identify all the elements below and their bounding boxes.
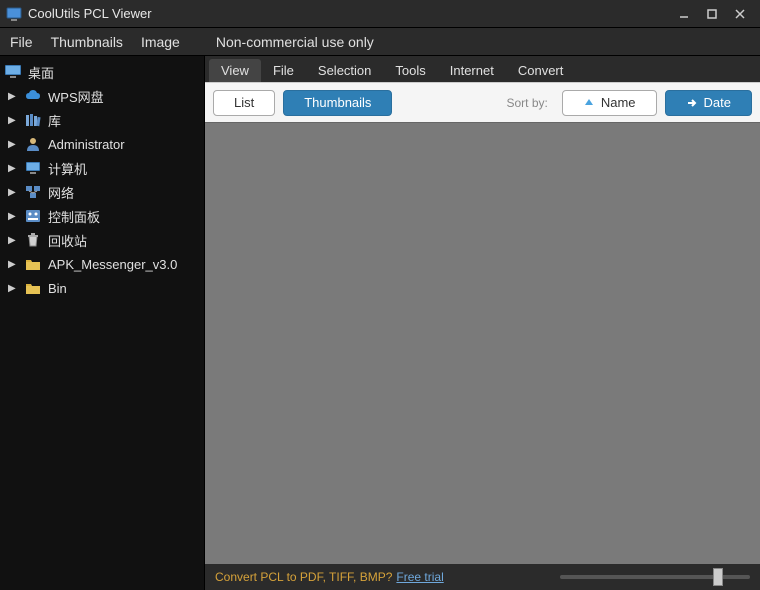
tree-item[interactable]: ▶库 xyxy=(0,108,204,132)
desktop-icon xyxy=(4,64,22,80)
tree-item-label: 网络 xyxy=(48,183,74,202)
tree-item[interactable]: ▶ 计算机 xyxy=(0,156,204,180)
folder-icon xyxy=(24,256,42,272)
tab-file[interactable]: File xyxy=(261,59,306,82)
tree-root-desktop[interactable]: 桌面 xyxy=(0,60,204,84)
cloud-icon xyxy=(24,88,42,104)
network-icon xyxy=(24,184,42,200)
user-icon xyxy=(24,136,42,152)
license-note: Non-commercial use only xyxy=(216,34,374,50)
tree-item-label: 控制面板 xyxy=(48,207,100,226)
tree-item-label: APK_Messenger_v3.0 xyxy=(48,257,177,272)
close-button[interactable] xyxy=(726,3,754,25)
sort-by-label: Sort by: xyxy=(506,96,547,110)
tab-view[interactable]: View xyxy=(209,59,261,82)
zoom-slider[interactable] xyxy=(560,575,750,579)
tree-item[interactable]: ▶ 回收站 xyxy=(0,228,204,252)
tree-item[interactable]: ▶ 控制面板 xyxy=(0,204,204,228)
control-panel-icon xyxy=(24,208,42,224)
recycle-bin-icon xyxy=(24,232,42,248)
tab-internet[interactable]: Internet xyxy=(438,59,506,82)
thumbnails-button-label: Thumbnails xyxy=(304,95,371,110)
sort-date-label: Date xyxy=(704,95,731,110)
content-area: 桌面 ▶WPS网盘▶库▶Administrator▶计算机▶网络▶控制面板▶回收… xyxy=(0,56,760,590)
tree-item[interactable]: ▶ Administrator xyxy=(0,132,204,156)
tree-item-label: Bin xyxy=(48,281,67,296)
sort-date-button[interactable]: Date xyxy=(665,90,752,116)
menu-file[interactable]: File xyxy=(10,34,33,50)
sort-name-label: Name xyxy=(601,95,636,110)
window-controls xyxy=(670,3,754,25)
tab-convert[interactable]: Convert xyxy=(506,59,576,82)
arrow-right-icon xyxy=(686,97,698,109)
free-trial-link[interactable]: Free trial xyxy=(396,570,443,584)
expand-icon[interactable]: ▶ xyxy=(8,259,18,270)
folder-icon xyxy=(24,280,42,296)
menu-image[interactable]: Image xyxy=(141,34,180,50)
inner-tabs: View File Selection Tools Internet Conve… xyxy=(205,56,760,82)
tree-item-label: 计算机 xyxy=(48,159,87,178)
tree-item[interactable]: ▶ 网络 xyxy=(0,180,204,204)
expand-icon[interactable]: ▶ xyxy=(8,211,18,222)
library-icon xyxy=(24,112,42,128)
sidebar: 桌面 ▶WPS网盘▶库▶Administrator▶计算机▶网络▶控制面板▶回收… xyxy=(0,56,205,590)
expand-icon[interactable]: ▶ xyxy=(8,139,18,150)
expand-icon[interactable]: ▶ xyxy=(8,91,18,102)
expand-icon[interactable]: ▶ xyxy=(8,283,18,294)
thumbnail-viewport[interactable] xyxy=(205,122,760,564)
menu-thumbnails[interactable]: Thumbnails xyxy=(51,34,123,50)
window-title: CoolUtils PCL Viewer xyxy=(28,6,670,21)
tree-item-label: 回收站 xyxy=(48,231,87,250)
maximize-button[interactable] xyxy=(698,3,726,25)
tab-tools[interactable]: Tools xyxy=(383,59,437,82)
app-icon xyxy=(6,6,22,22)
tree-item-label: 库 xyxy=(48,111,61,130)
menubar: File Thumbnails Image Non-commercial use… xyxy=(0,28,760,56)
tree-item-label: WPS网盘 xyxy=(48,87,104,106)
tree-item[interactable]: ▶ APK_Messenger_v3.0 xyxy=(0,252,204,276)
zoom-slider-wrap xyxy=(560,575,750,579)
minimize-button[interactable] xyxy=(670,3,698,25)
list-button-label: List xyxy=(234,95,254,110)
thumbnails-button[interactable]: Thumbnails xyxy=(283,90,392,116)
expand-icon[interactable]: ▶ xyxy=(8,163,18,174)
main-panel: View File Selection Tools Internet Conve… xyxy=(205,56,760,590)
tree-item-label: Administrator xyxy=(48,137,125,152)
view-toolbar: List Thumbnails Sort by: Name Date xyxy=(205,82,760,122)
status-text: Convert PCL to PDF, TIFF, BMP? xyxy=(215,570,392,584)
tree: 桌面 ▶WPS网盘▶库▶Administrator▶计算机▶网络▶控制面板▶回收… xyxy=(0,56,204,304)
tree-item[interactable]: ▶ Bin xyxy=(0,276,204,300)
computer-icon xyxy=(24,160,42,176)
expand-icon[interactable]: ▶ xyxy=(8,187,18,198)
tree-item[interactable]: ▶ WPS网盘 xyxy=(0,84,204,108)
statusbar: Convert PCL to PDF, TIFF, BMP? Free tria… xyxy=(205,564,760,590)
expand-icon[interactable]: ▶ xyxy=(8,115,18,126)
tab-selection[interactable]: Selection xyxy=(306,59,383,82)
expand-icon[interactable]: ▶ xyxy=(8,235,18,246)
tree-label: 桌面 xyxy=(28,63,54,82)
sort-up-icon xyxy=(583,97,595,109)
list-button[interactable]: List xyxy=(213,90,275,116)
titlebar: CoolUtils PCL Viewer xyxy=(0,0,760,28)
sort-name-button[interactable]: Name xyxy=(562,90,657,116)
